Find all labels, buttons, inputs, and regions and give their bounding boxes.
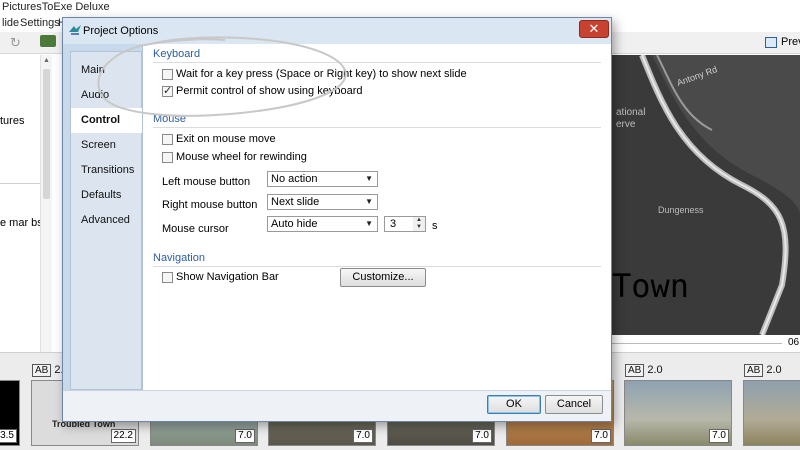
preview-timeline: 06 (612, 335, 800, 352)
slide-duration: 22.2 (110, 429, 136, 443)
tree-divider (0, 183, 40, 184)
ab-icon: AB (625, 364, 645, 377)
cursor-seconds-stepper[interactable]: 3 ▲ ▼ (384, 216, 426, 232)
preview-icon[interactable] (765, 37, 777, 48)
show-nav-bar-option[interactable]: Show Navigation Bar (162, 270, 279, 284)
nav-item-screen[interactable]: Screen (71, 133, 141, 158)
mouse-divider (153, 127, 601, 128)
wheel-rewind-label: Mouse wheel for rewinding (176, 151, 307, 163)
transition-time: 2.0 (647, 364, 663, 376)
slide-caption-text: Town (612, 267, 690, 305)
map-place-label: Dungeness (658, 205, 704, 215)
slide-duration: 7.0 (709, 429, 729, 443)
right-button-value: Next slide (271, 196, 320, 208)
map-area-label: ational erve (616, 107, 646, 130)
permit-keyboard-option[interactable]: Permit control of show using keyboard (162, 84, 362, 98)
wheel-rewind-checkbox[interactable] (162, 151, 173, 163)
wait-key-option[interactable]: Wait for a key press (Space or Right key… (162, 67, 467, 81)
show-nav-bar-checkbox[interactable] (162, 271, 173, 283)
spin-down-icon[interactable]: ▼ (413, 224, 425, 231)
nav-item-control[interactable]: Control (71, 108, 143, 133)
slide-duration: 7.0 (591, 429, 611, 443)
wheel-rewind-option[interactable]: Mouse wheel for rewinding (162, 150, 307, 164)
cursor-seconds-value[interactable]: 3 (390, 218, 396, 230)
ok-button[interactable]: OK (487, 395, 541, 414)
navigation-section-title: Navigation (153, 252, 205, 264)
dropdown-arrow-icon: ▼ (365, 219, 373, 228)
slide-thumbnail[interactable] (743, 380, 800, 446)
dialog-title-bar[interactable]: Project Options ✕ (63, 18, 611, 44)
wait-key-label: Wait for a key press (Space or Right key… (176, 68, 467, 80)
menu-item-settings[interactable]: Settings (20, 17, 60, 29)
slide-duration: 7.0 (353, 429, 373, 443)
left-button-select[interactable]: No action ▼ (267, 171, 378, 187)
nav-item-audio[interactable]: Audio (71, 83, 141, 108)
right-button-label: Right mouse button (162, 199, 258, 211)
left-button-value: No action (271, 173, 318, 185)
open-icon[interactable] (40, 35, 56, 47)
dialog-footer: OK Cancel (63, 390, 611, 421)
close-icon: ✕ (588, 21, 600, 36)
close-button[interactable]: ✕ (579, 20, 609, 38)
ab-icon: AB (32, 364, 52, 377)
ab-icon: AB (744, 364, 764, 377)
scroll-up-icon[interactable]: ▲ (43, 57, 50, 64)
spin-up-icon[interactable]: ▲ (413, 217, 425, 224)
exit-on-move-label: Exit on mouse move (176, 133, 276, 145)
keyboard-section-title: Keyboard (153, 48, 201, 60)
right-button-select[interactable]: Next slide ▼ (267, 194, 378, 210)
mouse-cursor-select[interactable]: Auto hide ▼ (267, 216, 378, 232)
nav-item-defaults[interactable]: Defaults (71, 183, 141, 208)
keyboard-divider (153, 62, 601, 63)
transition-time: 2.0 (766, 364, 782, 376)
app-title: PicturesToExe Deluxe (2, 1, 110, 13)
timeline-time: 06 (788, 337, 800, 348)
customize-button[interactable]: Customize... (340, 268, 426, 287)
left-scrollbar[interactable]: ▲ (40, 55, 52, 352)
exit-on-move-option[interactable]: Exit on mouse move (162, 132, 276, 146)
show-nav-bar-label: Show Navigation Bar (176, 271, 279, 283)
cancel-button[interactable]: Cancel (545, 395, 603, 414)
app-bird-icon (69, 25, 81, 35)
nav-item-main[interactable]: Main (71, 58, 141, 83)
permit-keyboard-checkbox[interactable] (162, 84, 173, 97)
scroll-thumb[interactable] (43, 69, 50, 199)
nav-item-transitions[interactable]: Transitions (71, 158, 141, 183)
dialog-title: Project Options (83, 25, 159, 37)
options-nav: Main Audio Control Screen Transitions De… (70, 51, 143, 390)
menu-item-slide[interactable]: lide (2, 17, 19, 29)
mouse-section-title: Mouse (153, 113, 187, 125)
seconds-unit: s (432, 220, 438, 232)
permit-keyboard-label: Permit control of show using keyboard (176, 85, 363, 97)
slide-thumbnail[interactable]: 7.0 (624, 380, 732, 446)
transition-badge[interactable]: AB2.0 (744, 364, 782, 377)
redo-icon[interactable]: ↻ (10, 35, 21, 51)
app-title-bar: PicturesToExe Deluxe (0, 0, 800, 16)
preview-button-label[interactable]: Previ (781, 36, 800, 48)
mouse-cursor-label: Mouse cursor (162, 223, 229, 235)
wait-key-checkbox[interactable] (162, 68, 173, 80)
dropdown-arrow-icon: ▼ (365, 174, 373, 183)
nav-item-advanced[interactable]: Advanced (71, 208, 141, 233)
mouse-cursor-value: Auto hide (271, 218, 318, 230)
navigation-divider (153, 266, 601, 267)
slide-duration: 7.0 (472, 429, 492, 443)
transition-badge[interactable]: AB2.0 (625, 364, 663, 377)
slide-thumbnail[interactable]: 3.5 (0, 380, 20, 446)
left-button-label: Left mouse button (162, 176, 251, 188)
project-options-dialog: Project Options ✕ Main Audio Control Scr… (62, 17, 612, 422)
slide-duration: 7.0 (235, 429, 255, 443)
timeline-track[interactable] (612, 343, 782, 344)
dropdown-arrow-icon: ▼ (365, 197, 373, 206)
slide-duration: 3.5 (0, 429, 17, 443)
control-settings-panel: Keyboard Wait for a key press (Space or … (142, 44, 611, 390)
exit-on-move-checkbox[interactable] (162, 133, 173, 145)
tree-item-label[interactable]: tures (0, 115, 24, 127)
slide-preview: Antony Rd ational erve Dungeness Town (612, 55, 800, 335)
